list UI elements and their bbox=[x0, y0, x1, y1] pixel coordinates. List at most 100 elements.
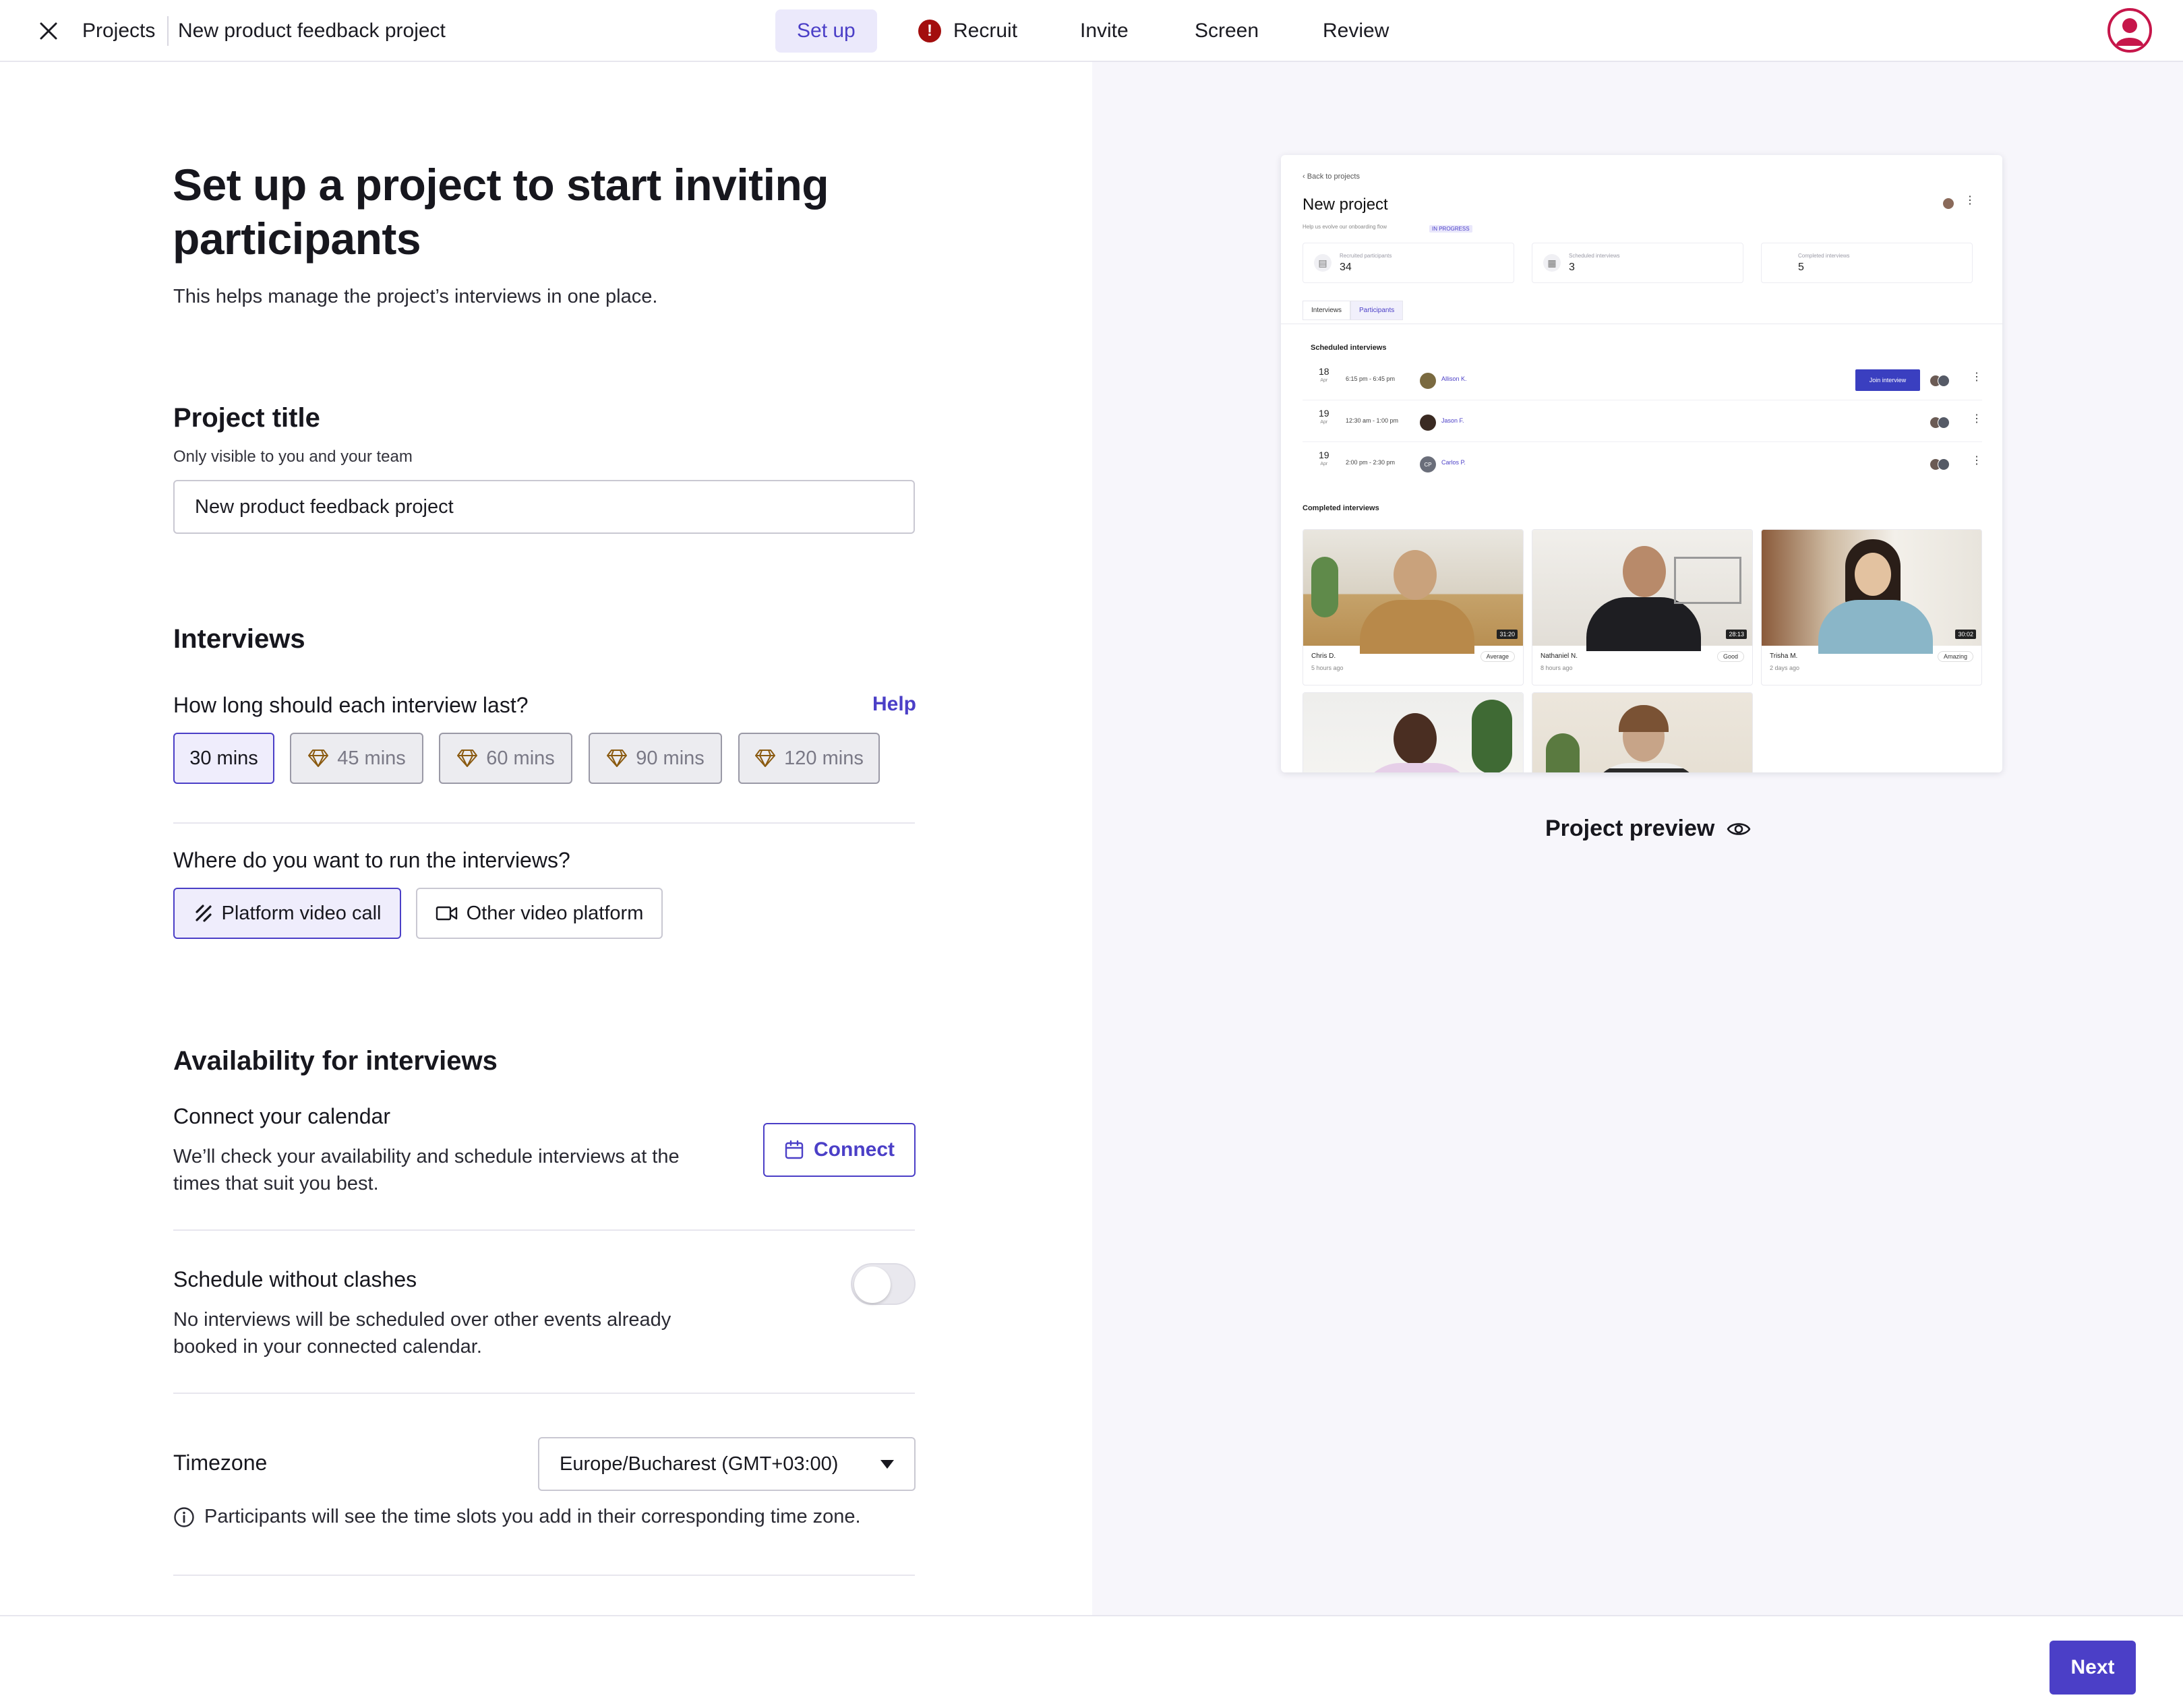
interview-thumbnail bbox=[1762, 530, 1981, 654]
close-button[interactable] bbox=[35, 18, 62, 44]
setup-form: Set up a project to start inviting parti… bbox=[0, 62, 1092, 1615]
join-interview-button: Join interview bbox=[1855, 369, 1920, 391]
completed-interview-card bbox=[1532, 692, 1753, 772]
alert-icon: ! bbox=[918, 20, 941, 42]
interview-thumbnail bbox=[1532, 693, 1752, 772]
location-option-platform-video[interactable]: Platform video call bbox=[173, 888, 401, 939]
duration-option-120[interactable]: 120 mins bbox=[738, 733, 880, 784]
calendar-icon bbox=[785, 1140, 804, 1159]
scheduled-row: 19 Apr 12:30 am - 1:00 pm Jason F. ⋮ bbox=[1303, 403, 1982, 442]
duration-question: How long should each interview last? bbox=[173, 693, 529, 717]
preview-tab-participants: Participants bbox=[1350, 301, 1404, 320]
duration-option-60[interactable]: 60 mins bbox=[439, 733, 572, 784]
participant-avatar: CP bbox=[1420, 456, 1436, 472]
interview-participant: Trisha M. bbox=[1770, 652, 1798, 660]
connect-calendar-button[interactable]: Connect bbox=[763, 1123, 916, 1177]
tab-label: Invite bbox=[1080, 20, 1129, 42]
more-icon: ⋮ bbox=[1971, 371, 1982, 383]
scheduled-date: 19 Apr bbox=[1319, 408, 1329, 425]
timezone-label: Timezone bbox=[173, 1451, 268, 1475]
toggle-knob bbox=[854, 1267, 891, 1303]
stat-icon: ▦ bbox=[1543, 254, 1561, 272]
more-icon: ⋮ bbox=[1971, 455, 1982, 466]
duration-label: 90 mins bbox=[636, 747, 705, 769]
participant-name: Allison K. bbox=[1441, 375, 1467, 382]
interview-rating: Average bbox=[1480, 651, 1515, 662]
diamond-icon bbox=[308, 750, 329, 767]
preview-subtitle: Help us evolve our onboarding flow bbox=[1303, 224, 1387, 230]
breadcrumb-current-project: New product feedback project bbox=[178, 20, 446, 42]
stat-icon: ▤ bbox=[1314, 254, 1332, 272]
duration-option-30[interactable]: 30 mins bbox=[173, 733, 274, 784]
next-button[interactable]: Next bbox=[2050, 1641, 2136, 1695]
duration-label: 45 mins bbox=[337, 747, 406, 769]
schedule-without-clashes-toggle[interactable] bbox=[851, 1263, 916, 1305]
interview-thumbnail bbox=[1303, 530, 1523, 654]
project-title-heading: Project title bbox=[173, 403, 320, 433]
diamond-icon bbox=[607, 750, 628, 767]
stat-label: Recruited participants bbox=[1340, 253, 1392, 259]
connect-calendar-heading: Connect your calendar bbox=[173, 1104, 390, 1128]
chevron-down-icon bbox=[880, 1459, 894, 1469]
completed-interview-card bbox=[1303, 692, 1524, 772]
interview-participant: Nathaniel N. bbox=[1541, 652, 1578, 660]
duration-label: 30 mins bbox=[189, 747, 258, 769]
scheduled-time: 12:30 am - 1:00 pm bbox=[1346, 417, 1399, 424]
schedule-without-clashes-heading: Schedule without clashes bbox=[173, 1267, 417, 1291]
completed-interview-card: 28:13 Nathaniel N. 8 hours ago Good bbox=[1532, 529, 1753, 685]
project-title-input[interactable] bbox=[173, 480, 915, 534]
divider bbox=[173, 1393, 915, 1394]
preview-stat: Completed interviews 5 bbox=[1761, 243, 1973, 283]
user-avatar[interactable] bbox=[2107, 8, 2152, 53]
video-camera-icon bbox=[436, 906, 457, 921]
interviewer-avatars bbox=[1930, 458, 1950, 470]
scheduled-heading: Scheduled interviews bbox=[1311, 344, 1387, 352]
timezone-value: Europe/Bucharest (GMT+03:00) bbox=[560, 1453, 839, 1475]
timezone-info-text: Participants will see the time slots you… bbox=[204, 1506, 861, 1527]
preview-project-name: New project bbox=[1303, 195, 1388, 214]
tab-invite[interactable]: Invite bbox=[1058, 9, 1150, 53]
preview-avatar bbox=[1943, 198, 1954, 209]
diamond-icon bbox=[755, 750, 776, 767]
close-icon bbox=[40, 22, 57, 40]
scheduled-date: 19 Apr bbox=[1319, 450, 1329, 466]
tab-recruit[interactable]: ! Recruit bbox=[897, 9, 1039, 53]
completed-heading: Completed interviews bbox=[1303, 504, 1379, 512]
tab-label: Review bbox=[1323, 20, 1389, 42]
tab-screen[interactable]: Screen bbox=[1173, 9, 1280, 53]
interview-duration: 31:20 bbox=[1497, 630, 1518, 639]
connect-label: Connect bbox=[814, 1138, 895, 1161]
completed-interview-card: 31:20 Chris D. 5 hours ago Average bbox=[1303, 529, 1524, 685]
preview-stat: ▦ Scheduled interviews 3 bbox=[1532, 243, 1743, 283]
user-icon bbox=[2116, 18, 2144, 46]
participant-name: Carlos P. bbox=[1441, 459, 1466, 466]
scheduled-time: 2:00 pm - 2:30 pm bbox=[1346, 459, 1396, 466]
duration-option-90[interactable]: 90 mins bbox=[589, 733, 722, 784]
divider bbox=[173, 1229, 915, 1231]
interview-thumbnail bbox=[1303, 693, 1523, 772]
interview-time-ago: 2 days ago bbox=[1770, 665, 1800, 671]
tab-label: Recruit bbox=[953, 20, 1018, 42]
divider bbox=[173, 1575, 915, 1576]
scheduled-row: 18 Apr 6:15 pm - 6:45 pm Allison K. Join … bbox=[1303, 361, 1982, 400]
interviewer-avatars bbox=[1930, 375, 1950, 387]
timezone-select[interactable]: Europe/Bucharest (GMT+03:00) bbox=[538, 1437, 916, 1491]
preview-back-link: ‹ Back to projects bbox=[1303, 173, 1360, 181]
interviewer-avatars bbox=[1930, 417, 1950, 429]
breadcrumb-projects-link[interactable]: Projects bbox=[82, 18, 155, 44]
interview-time-ago: 8 hours ago bbox=[1541, 665, 1573, 671]
page-description: This helps manage the project’s intervie… bbox=[173, 286, 658, 307]
duration-label: 120 mins bbox=[784, 747, 864, 769]
preview-scheduled-interviews: Scheduled interviews 18 Apr 6:15 pm - 6:4… bbox=[1303, 337, 1982, 491]
tab-review[interactable]: Review bbox=[1301, 9, 1410, 53]
eye-icon bbox=[1727, 822, 1751, 835]
info-icon bbox=[174, 1506, 194, 1527]
completed-interview-card: 30:02 Trisha M. 2 days ago Amazing bbox=[1761, 529, 1982, 685]
tab-set-up[interactable]: Set up bbox=[775, 9, 877, 53]
preview-stat: ▤ Recruited participants 34 bbox=[1303, 243, 1514, 283]
location-option-other-platform[interactable]: Other video platform bbox=[416, 888, 663, 939]
duration-option-45[interactable]: 45 mins bbox=[290, 733, 423, 784]
scheduled-date: 18 Apr bbox=[1319, 366, 1329, 383]
help-link[interactable]: Help bbox=[872, 693, 916, 716]
interviews-heading: Interviews bbox=[173, 624, 305, 654]
